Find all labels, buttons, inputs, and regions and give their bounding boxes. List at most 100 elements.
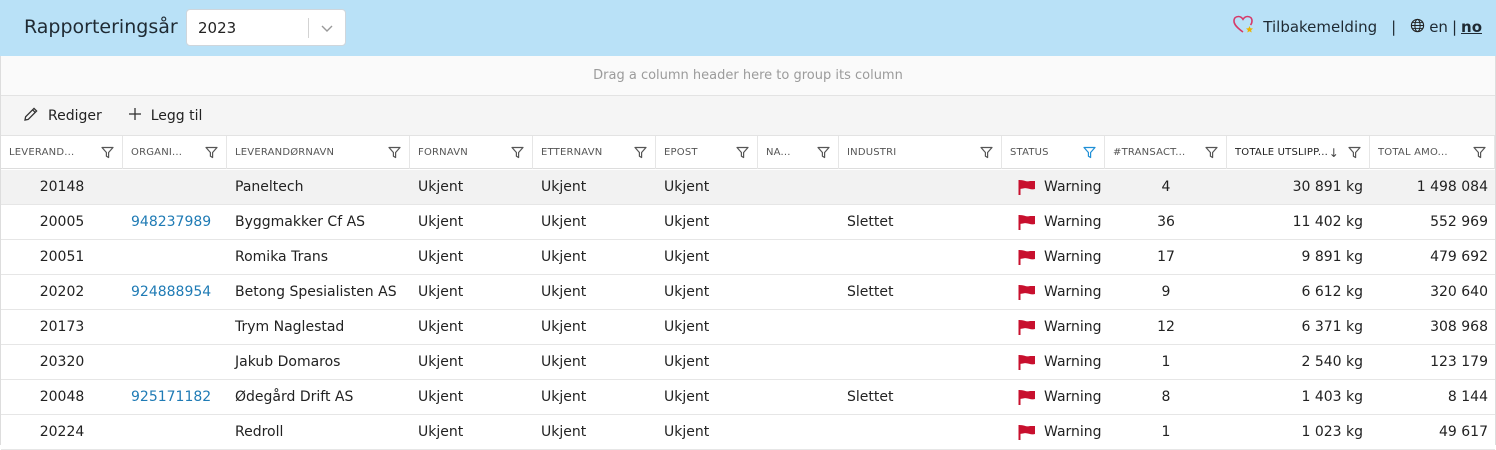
table-row[interactable]: 20051 Romika Trans Ukjent Ukjent Ukjent Warni… — [1, 240, 1495, 275]
filter-icon[interactable] — [1082, 146, 1096, 160]
filter-icon[interactable] — [100, 146, 114, 160]
header-col-na[interactable]: NA... — [758, 136, 839, 169]
cell-text: 20173 — [39, 319, 85, 335]
group-panel[interactable]: Drag a column header here to group its c… — [1, 56, 1495, 96]
filter-icon[interactable] — [204, 146, 218, 160]
cell-text: 123 179 — [1430, 354, 1488, 370]
cell-text: Ukjent — [541, 179, 587, 195]
cell-last-name: Ukjent — [533, 240, 656, 274]
cell-text: 2 540 kg — [1301, 354, 1363, 370]
chevron-down-icon[interactable] — [309, 21, 345, 35]
cell-org-number[interactable]: 948237989 — [123, 205, 227, 239]
header-col-supplier-id[interactable]: LEVERAND... — [1, 136, 123, 169]
cell-text: 36 — [1157, 214, 1175, 230]
table-row[interactable]: 20048 925171182 Ødegård Drift AS Ukjent Ukje… — [1, 380, 1495, 415]
cell-text: Byggmakker Cf AS — [235, 214, 366, 230]
feedback-link[interactable]: Tilbakemelding — [1233, 15, 1377, 39]
cell-na — [758, 345, 839, 379]
header-col-industry[interactable]: INDUSTRI — [839, 136, 1002, 169]
language-switcher: en | no — [1410, 18, 1482, 37]
cell-text: Ukjent — [418, 284, 464, 300]
cell-last-name: Ukjent — [533, 275, 656, 309]
cell-org-number — [123, 345, 227, 379]
cell-total-amount: 308 968 — [1370, 310, 1495, 344]
table-row[interactable]: 20148 Paneltech Ukjent Ukjent Ukjent Warning 4… — [1, 170, 1495, 205]
cell-transactions: 1 — [1105, 415, 1227, 449]
filter-icon[interactable] — [510, 146, 524, 160]
filter-icon[interactable] — [1347, 146, 1361, 160]
flag-icon — [1018, 319, 1036, 335]
cell-first-name: Ukjent — [410, 205, 533, 239]
header-col-org-number[interactable]: ORGANI... — [123, 136, 227, 169]
filter-icon[interactable] — [387, 146, 401, 160]
cell-total-amount: 552 969 — [1370, 205, 1495, 239]
filter-icon[interactable] — [633, 146, 647, 160]
lang-en-link[interactable]: en — [1429, 18, 1448, 36]
cell-text: Ukjent — [664, 354, 710, 370]
cell-text: Warning — [1044, 249, 1102, 265]
feedback-label: Tilbakemelding — [1263, 18, 1378, 36]
table-row[interactable]: 20202 924888954 Betong Spesialisten AS Ukje… — [1, 275, 1495, 310]
cell-org-number — [123, 170, 227, 204]
header-col-total-amount[interactable]: TOTAL AMO... — [1370, 136, 1495, 169]
cell-transactions: 17 — [1105, 240, 1227, 274]
header-col-email[interactable]: EPOST — [656, 136, 758, 169]
cell-last-name: Ukjent — [533, 310, 656, 344]
header-col-total-emissions[interactable]: TOTALE UTSLIPP... ↓ — [1227, 136, 1370, 169]
cell-text: Ukjent — [541, 284, 587, 300]
add-button[interactable]: Legg til — [128, 107, 202, 125]
flag-icon — [1018, 214, 1036, 230]
cell-org-number[interactable]: 925171182 — [123, 380, 227, 414]
filter-icon[interactable] — [1204, 146, 1218, 160]
edit-button[interactable]: Rediger — [23, 106, 102, 126]
cell-total-amount: 8 144 — [1370, 380, 1495, 414]
header-col-supplier-name[interactable]: LEVERANDØRNAVN — [227, 136, 410, 169]
cell-text: 320 640 — [1430, 284, 1488, 300]
column-header-row: LEVERAND... ORGANI... LEVERANDØRNAVN FORNAV… — [1, 136, 1495, 169]
cell-total-amount: 479 692 — [1370, 240, 1495, 274]
cell-text: Ukjent — [664, 284, 710, 300]
table-row[interactable]: 20173 Trym Naglestad Ukjent Ukjent Ukjent War… — [1, 310, 1495, 345]
cell-text: Ukjent — [664, 214, 710, 230]
cell-na — [758, 170, 839, 204]
cell-industry: Slettet — [839, 275, 1002, 309]
cell-email: Ukjent — [656, 415, 758, 449]
filter-icon[interactable] — [816, 146, 830, 160]
cell-na — [758, 205, 839, 239]
cell-text: 479 692 — [1430, 249, 1488, 265]
cell-text: 20051 — [39, 249, 85, 265]
cell-supplier-name: Ødegård Drift AS — [227, 380, 410, 414]
cell-text: 925171182 — [131, 389, 212, 405]
header-col-status[interactable]: STATUS — [1002, 136, 1105, 169]
table-row[interactable]: 20320 Jakub Domaros Ukjent Ukjent Ukjent Warn… — [1, 345, 1495, 380]
cell-text: Romika Trans — [235, 249, 329, 265]
filter-icon[interactable] — [979, 146, 993, 160]
cell-text: Ukjent — [418, 214, 464, 230]
cell-supplier-id: 20173 — [1, 310, 123, 344]
plus-icon — [128, 107, 142, 125]
cell-email: Ukjent — [656, 205, 758, 239]
header-col-last-name[interactable]: ETTERNAVN — [533, 136, 656, 169]
pencil-icon — [23, 106, 39, 126]
cell-na — [758, 380, 839, 414]
year-select[interactable]: 2023 — [186, 9, 346, 46]
cell-total-emissions: 6 612 kg — [1227, 275, 1370, 309]
cell-supplier-id: 20320 — [1, 345, 123, 379]
filter-icon[interactable] — [1472, 146, 1486, 160]
table-row[interactable]: 20005 948237989 Byggmakker Cf AS Ukjent Ukje… — [1, 205, 1495, 240]
cell-text: Ukjent — [541, 424, 587, 440]
column-header-label: ORGANI... — [131, 147, 183, 158]
cell-text: 1 403 kg — [1301, 389, 1363, 405]
cell-status: Warning — [1002, 380, 1105, 414]
cell-supplier-name: Romika Trans — [227, 240, 410, 274]
header-col-first-name[interactable]: FORNAVN — [410, 136, 533, 169]
lang-no-link[interactable]: no — [1461, 18, 1482, 36]
cell-total-emissions: 6 371 kg — [1227, 310, 1370, 344]
filter-icon[interactable] — [735, 146, 749, 160]
header-col-transactions[interactable]: #TRANSACT... — [1105, 136, 1227, 169]
cell-text: Ukjent — [418, 354, 464, 370]
cell-supplier-id: 20051 — [1, 240, 123, 274]
cell-text: Ukjent — [664, 179, 710, 195]
cell-org-number[interactable]: 924888954 — [123, 275, 227, 309]
cell-text: Ukjent — [664, 249, 710, 265]
